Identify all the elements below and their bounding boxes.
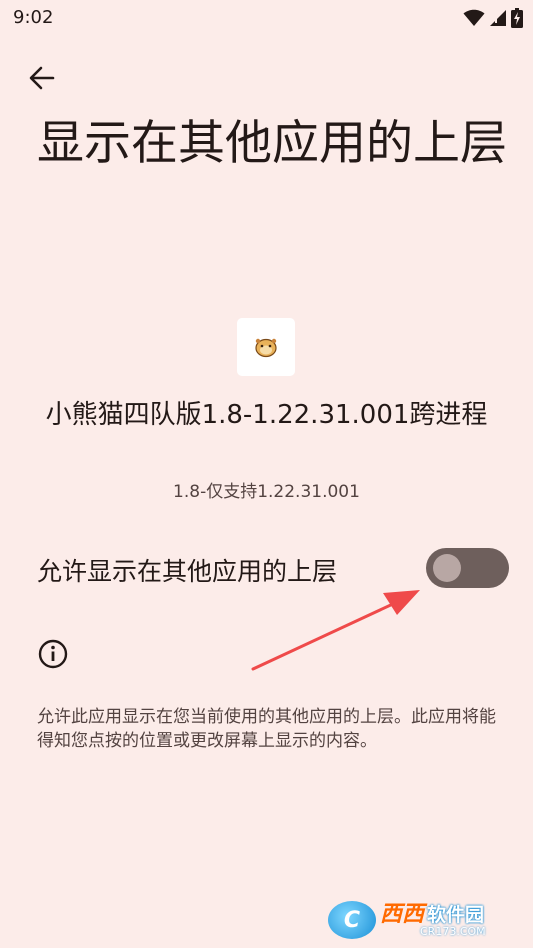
wifi-icon xyxy=(463,9,485,26)
watermark-logo: C 西西 软件园 CR173.COM xyxy=(328,899,518,941)
watermark-text: 西西 软件园 CR173.COM xyxy=(380,901,486,938)
info-icon xyxy=(38,639,68,669)
watermark-emblem: C xyxy=(328,901,376,939)
watermark-site: CR173.COM xyxy=(420,924,486,938)
status-icons xyxy=(463,6,523,30)
status-time: 9:02 xyxy=(13,7,54,28)
permission-label: 允许显示在其他应用的上层 xyxy=(37,557,338,586)
app-version: 1.8-仅支持1.22.31.001 xyxy=(173,482,360,502)
back-button[interactable] xyxy=(22,58,62,98)
annotation-arrow-icon xyxy=(251,590,420,671)
app-icon xyxy=(237,318,295,376)
permission-switch[interactable] xyxy=(426,548,509,588)
panda-app-icon xyxy=(255,338,277,358)
watermark-brand-a: 西西 xyxy=(380,901,425,927)
permission-description: 允许此应用显示在您当前使用的其他应用的上层。此应用将能得知您点按的位置或更改屏幕… xyxy=(37,707,496,751)
watermark-brand: 西西 软件园 xyxy=(380,901,486,927)
watermark-brand-b: 软件园 xyxy=(427,903,485,926)
signal-icon xyxy=(490,10,506,26)
switch-knob xyxy=(433,554,461,582)
arrow-left-icon xyxy=(29,66,55,90)
status-bar: 9:02 xyxy=(0,0,533,36)
battery-charging-icon xyxy=(511,8,523,28)
app-name: 小熊猫四队版1.8-1.22.31.001跨进程 xyxy=(45,400,488,430)
page-title: 显示在其他应用的上层 xyxy=(37,116,507,171)
